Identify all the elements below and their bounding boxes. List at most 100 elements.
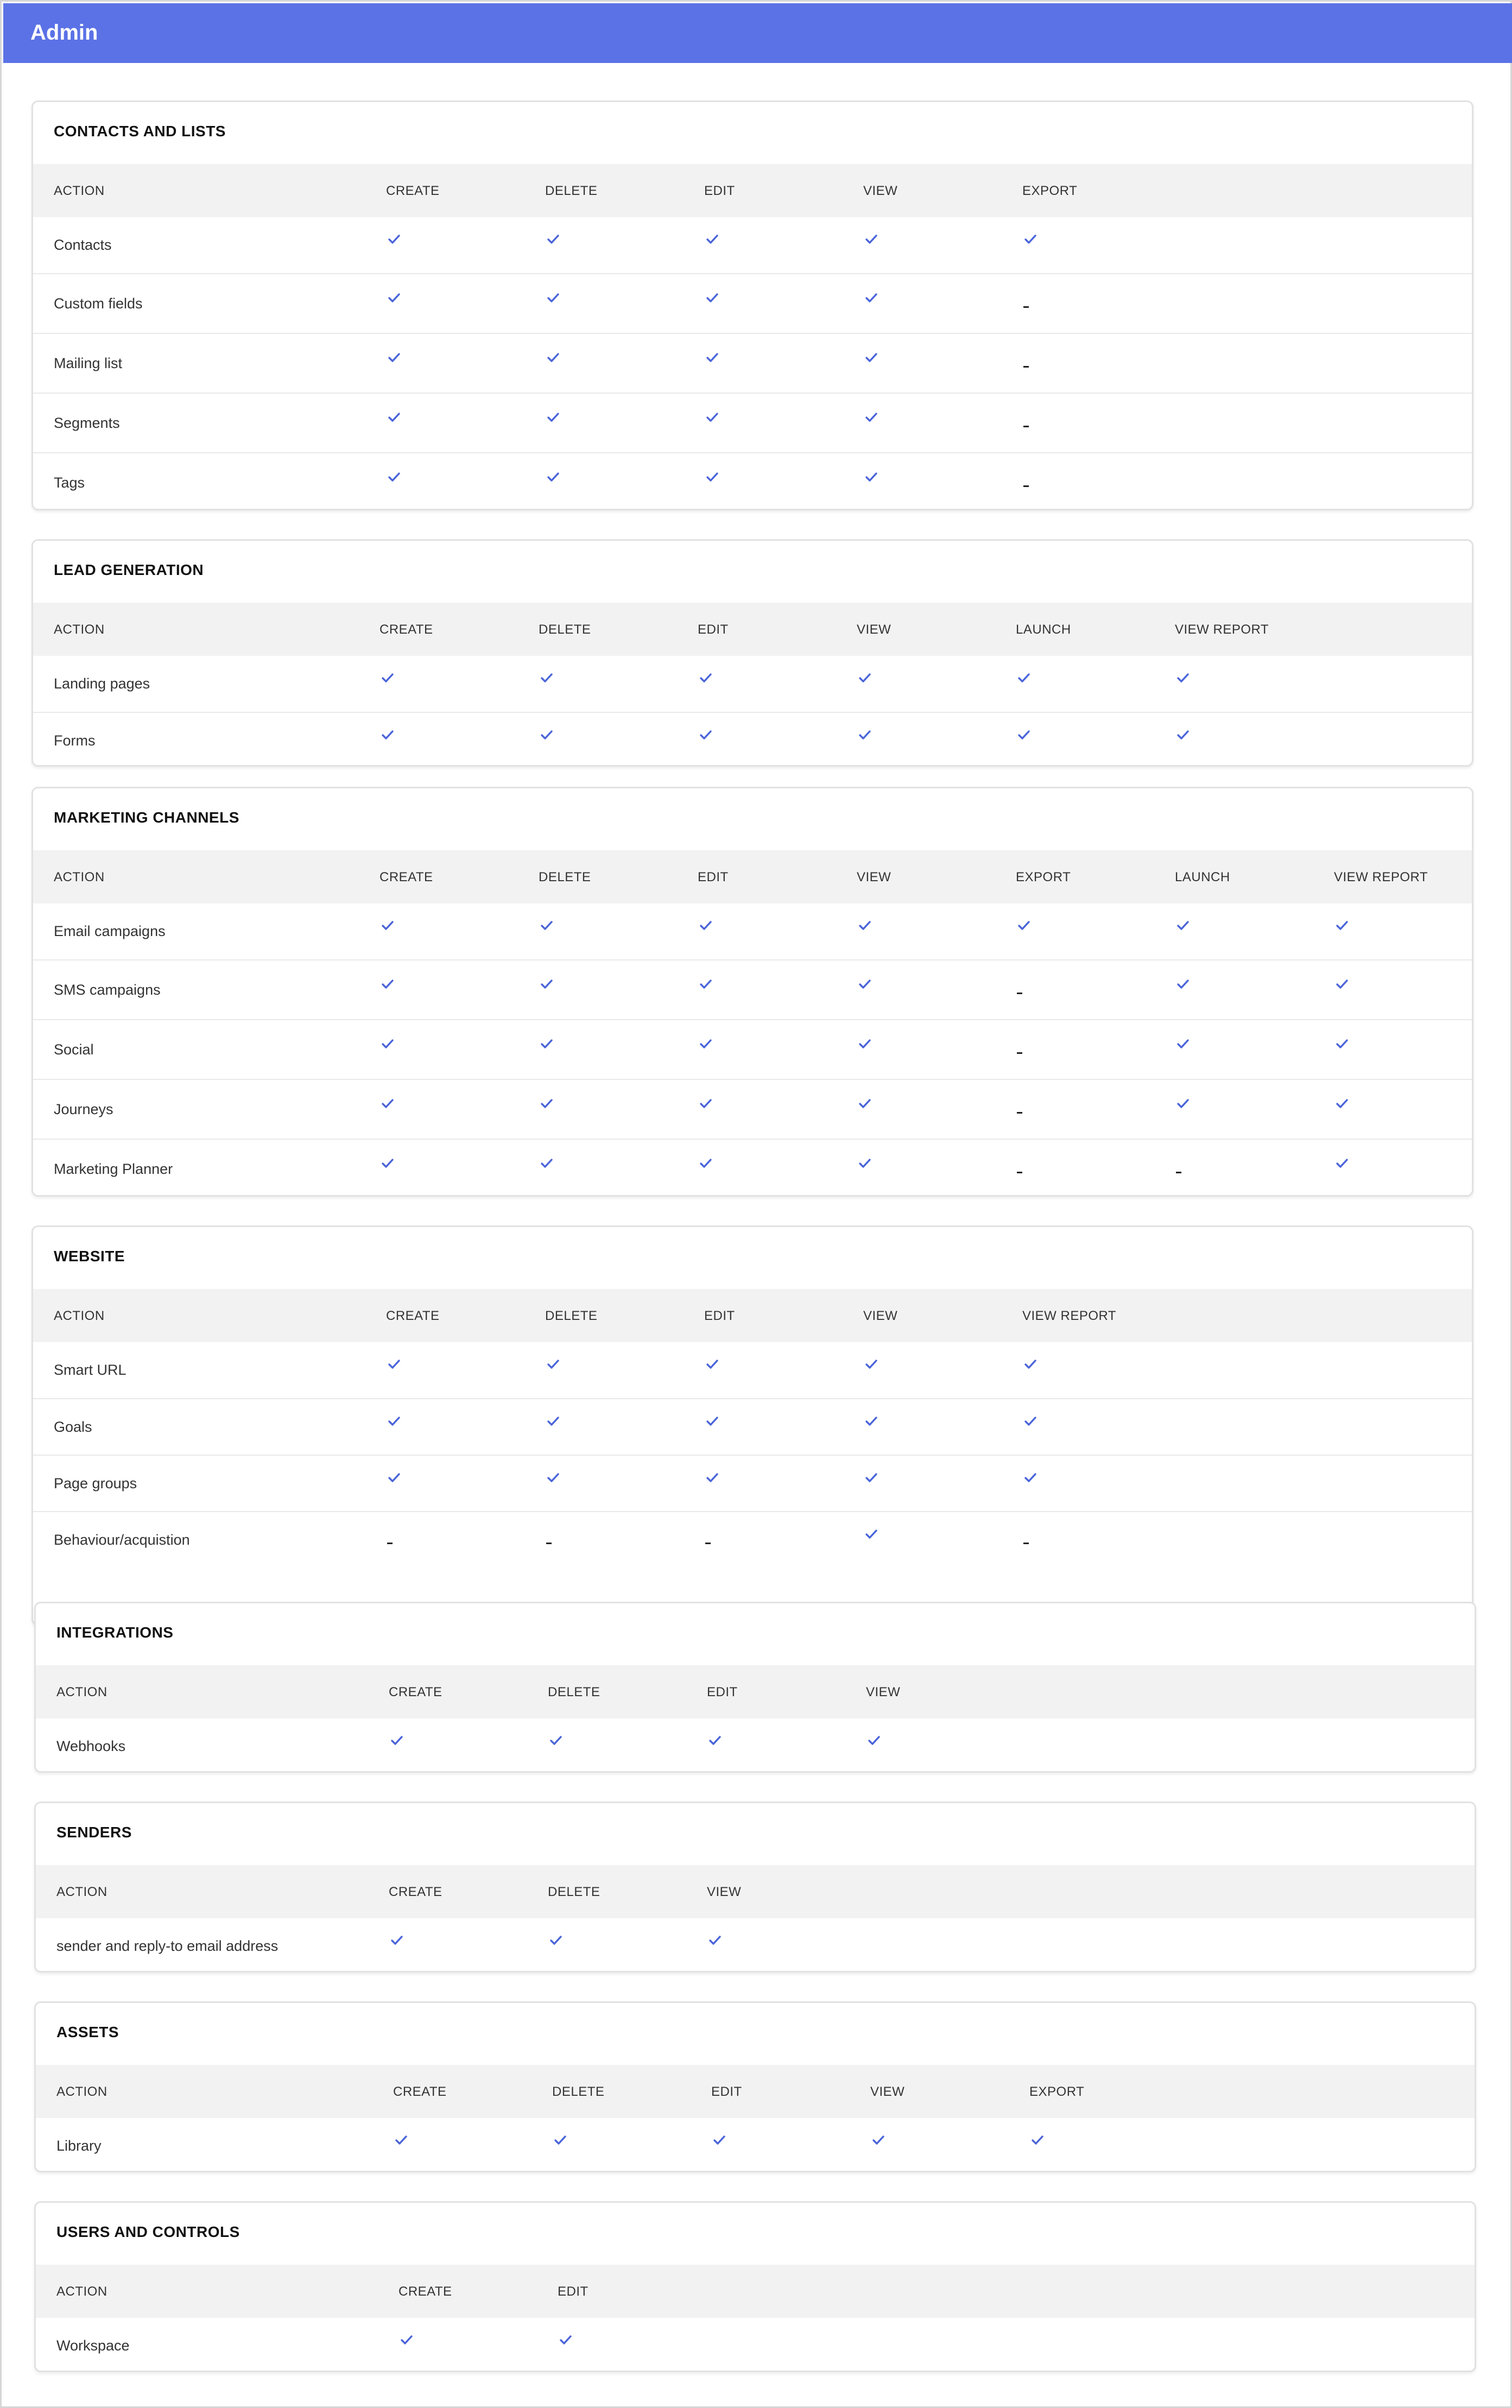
table-row: Tags [33, 452, 1472, 509]
column-header-action: ACTION [56, 1885, 107, 1899]
check-icon [389, 1733, 405, 1749]
section-title: INTEGRATIONS [56, 1624, 174, 1641]
check-icon [1029, 2132, 1046, 2148]
check-icon [1334, 1155, 1350, 1172]
check-icon [704, 1356, 720, 1373]
check-icon [704, 409, 720, 426]
admin-window: Admin CONTACTS AND LISTS ACTION CREATE DELE… [0, 0, 1512, 2408]
row-label: Email campaigns [54, 922, 166, 939]
row-label: sender and reply-to email address [56, 1937, 279, 1954]
table-row: Contacts [33, 217, 1472, 273]
table-row: Library [36, 2118, 1475, 2171]
row-label: Journeys [54, 1101, 113, 1117]
check-icon [545, 409, 561, 426]
check-icon [548, 1733, 564, 1749]
column-header-edit: EDIT [704, 184, 735, 198]
column-header-create: CREATE [393, 2084, 447, 2099]
column-header-action: ACTION [54, 622, 105, 637]
check-icon [548, 1932, 564, 1949]
column-header-delete: DELETE [545, 1309, 598, 1323]
table-header: ACTION CREATE EDIT [36, 2265, 1475, 2318]
not-applicable-dash [546, 1543, 552, 1544]
not-applicable-dash [387, 1543, 393, 1544]
not-applicable-dash [1023, 306, 1029, 308]
check-icon [545, 231, 561, 248]
column-header-delete: DELETE [548, 1885, 600, 1899]
check-icon [863, 409, 880, 426]
row-label: Webhooks [56, 1737, 126, 1754]
row-label: Smart URL [54, 1361, 126, 1378]
table-header: ACTION CREATE DELETE VIEW [36, 1865, 1475, 1918]
table-row: Forms [33, 712, 1472, 765]
table-row: Email campaigns [33, 903, 1472, 959]
section-title: LEAD GENERATION [54, 561, 204, 578]
check-icon [863, 1526, 880, 1543]
check-icon [698, 727, 714, 743]
check-icon [863, 1470, 880, 1486]
column-header-view: VIEW [707, 1885, 742, 1899]
column-header-view: VIEW [863, 184, 898, 198]
check-icon [539, 727, 555, 743]
check-icon [393, 2132, 409, 2148]
check-icon [545, 469, 561, 485]
row-label: Social [54, 1041, 94, 1058]
check-icon [863, 469, 880, 485]
column-header-edit: EDIT [698, 870, 729, 884]
check-icon [1022, 1356, 1039, 1373]
column-header-export: EXPORT [1029, 2084, 1085, 2099]
table-header: ACTION CREATE DELETE EDIT VIEW LAUNCH VIEW REP… [33, 603, 1472, 656]
column-header-action: ACTION [54, 870, 105, 884]
check-icon [698, 1096, 714, 1112]
column-header-create: CREATE [386, 1309, 440, 1323]
row-label: Behaviour/acquistion [54, 1532, 190, 1548]
check-icon [863, 1356, 880, 1373]
column-header-delete: DELETE [539, 870, 591, 884]
check-icon [698, 918, 714, 934]
row-label: Landing pages [54, 675, 150, 692]
not-applicable-dash [1023, 366, 1029, 368]
check-icon [539, 918, 555, 934]
column-header-action: ACTION [56, 2084, 107, 2099]
table-row: Journeys [33, 1079, 1472, 1139]
table-row: Smart URL [33, 1342, 1472, 1398]
column-header-delete: DELETE [552, 2084, 605, 2099]
check-icon [539, 1155, 555, 1172]
row-label: Workspace [56, 2337, 130, 2354]
check-icon [711, 2132, 727, 2148]
check-icon [1334, 918, 1350, 934]
check-icon [866, 1733, 882, 1749]
column-header-view: VIEW [857, 622, 891, 637]
check-icon [379, 976, 396, 993]
table-row: Behaviour/acquistion [33, 1511, 1472, 1568]
table-row: Marketing Planner [33, 1139, 1472, 1195]
not-applicable-dash [1017, 1052, 1022, 1054]
column-header-view: VIEW [870, 2084, 905, 2099]
check-icon [870, 2132, 887, 2148]
row-label: Segments [54, 415, 120, 431]
column-header-view: VIEW [863, 1309, 898, 1323]
check-icon [389, 1932, 405, 1949]
check-icon [704, 469, 720, 485]
not-applicable-dash [1176, 1172, 1181, 1173]
check-icon [704, 1413, 720, 1430]
check-icon [379, 1096, 396, 1112]
table-row: sender and reply-to email address [36, 1918, 1475, 1971]
check-icon [704, 231, 720, 248]
table-header: ACTION CREATE DELETE EDIT VIEW VIEW REPORT [33, 1289, 1472, 1342]
section-title: MARKETING CHANNELS [54, 809, 239, 826]
row-label: Contacts [54, 236, 112, 253]
table-row: Page groups [33, 1455, 1472, 1511]
check-icon [1175, 918, 1191, 934]
check-icon [863, 350, 880, 366]
check-icon [698, 670, 714, 686]
check-icon [539, 670, 555, 686]
column-header-delete: DELETE [545, 184, 598, 198]
column-header-view: VIEW [857, 870, 891, 884]
check-icon [1022, 231, 1039, 248]
check-icon [857, 976, 873, 993]
table-row: Custom fields [33, 273, 1472, 333]
row-label: Marketing Planner [54, 1161, 173, 1177]
not-applicable-dash [1017, 993, 1022, 994]
check-icon [545, 1470, 561, 1486]
check-icon [863, 290, 880, 306]
